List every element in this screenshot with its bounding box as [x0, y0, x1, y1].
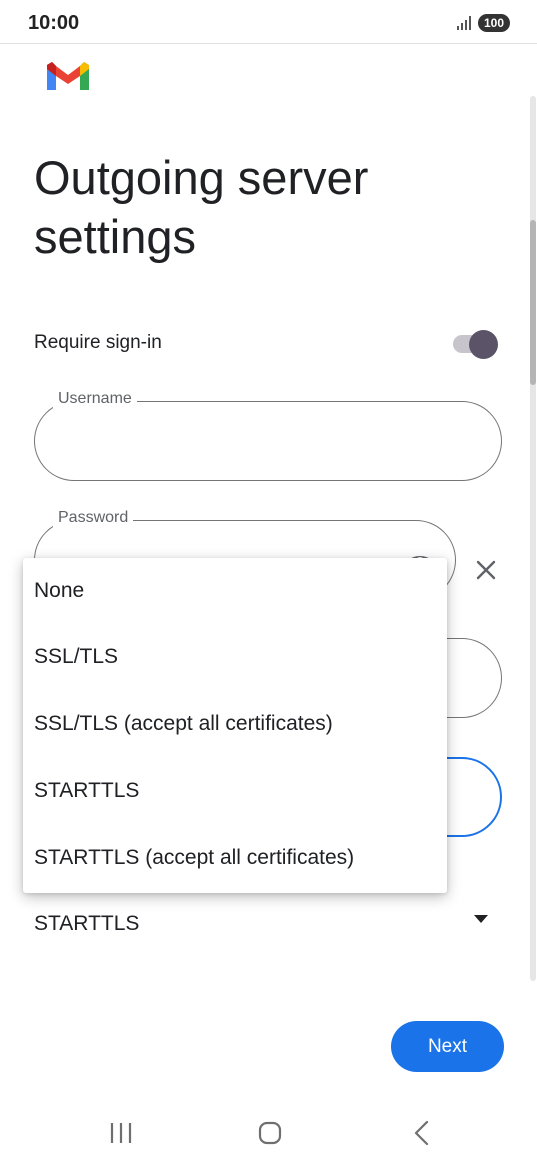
signal-icon [457, 16, 471, 30]
username-label: Username [53, 390, 137, 408]
dropdown-arrow-icon [474, 915, 488, 923]
page-title: Outgoing server settings [34, 151, 369, 263]
status-bar: 10:00 100 [0, 0, 537, 44]
battery-icon: 100 [478, 14, 510, 32]
menu-option-none[interactable]: None [23, 558, 447, 624]
status-time: 10:00 [28, 12, 80, 34]
menu-option-ssl-tls[interactable]: SSL/TLS [23, 624, 447, 690]
menu-option-starttls-accept-all[interactable]: STARTTLS (accept all certificates) [23, 825, 447, 891]
username-input[interactable] [55, 422, 481, 458]
require-sign-in-label: Require sign-in [34, 332, 162, 353]
security-type-select[interactable]: STARTTLS [34, 900, 504, 940]
security-type-menu: None SSL/TLS SSL/TLS (accept all certifi… [23, 558, 447, 893]
toggle-knob [469, 330, 498, 359]
scrollbar-thumb[interactable] [530, 220, 536, 385]
password-label: Password [53, 509, 134, 527]
recent-apps-icon[interactable] [107, 1120, 135, 1146]
gmail-logo-icon [47, 62, 89, 90]
security-type-value: STARTTLS [34, 912, 140, 935]
username-field[interactable]: Username [34, 390, 502, 481]
require-sign-in-toggle[interactable] [453, 330, 498, 359]
back-icon[interactable] [408, 1120, 436, 1146]
home-icon[interactable] [256, 1120, 284, 1146]
close-icon[interactable] [474, 558, 498, 582]
next-button[interactable]: Next [391, 1021, 504, 1072]
system-nav-bar [0, 1100, 537, 1164]
menu-option-ssl-tls-accept-all[interactable]: SSL/TLS (accept all certificates) [23, 691, 447, 757]
menu-option-starttls[interactable]: STARTTLS [23, 758, 447, 824]
